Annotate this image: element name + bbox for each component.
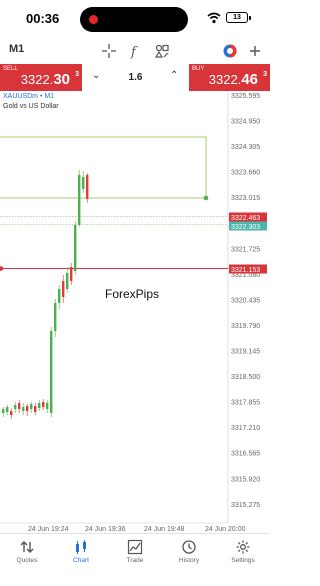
order-handle bbox=[203, 195, 209, 201]
candle-body bbox=[22, 407, 25, 411]
candle-body bbox=[74, 225, 77, 271]
y-tick-label: 3319.790 bbox=[231, 323, 260, 330]
tab-settings[interactable]: Settings bbox=[216, 539, 270, 564]
y-tick-label: 3323.660 bbox=[231, 170, 260, 177]
y-tick-label: 3323.015 bbox=[231, 195, 260, 202]
bottom-tab-bar: Quotes Chart Trade History Settings bbox=[0, 533, 270, 586]
y-tick-label: 3324.950 bbox=[231, 119, 260, 126]
candle-body bbox=[70, 267, 73, 281]
recording-indicator-icon bbox=[89, 15, 98, 24]
sell-price-sup: 3 bbox=[75, 71, 79, 78]
candle-body bbox=[58, 289, 61, 303]
y-tick-label: 3315.920 bbox=[231, 476, 260, 483]
y-tick-label: 3320.435 bbox=[231, 297, 260, 304]
x-tick-label: 24 Jun 20:00 bbox=[205, 526, 246, 533]
chart-icon bbox=[76, 540, 86, 554]
settings-icon bbox=[236, 540, 250, 554]
y-tick-label: 3316.565 bbox=[231, 451, 260, 458]
candle-body bbox=[34, 406, 37, 412]
indicators-icon[interactable]: f bbox=[127, 43, 143, 59]
tab-label: Trade bbox=[126, 557, 144, 564]
candle-body bbox=[78, 175, 81, 225]
candle-body bbox=[2, 409, 5, 413]
tab-label: Quotes bbox=[16, 557, 38, 564]
order-range-box bbox=[0, 136, 207, 199]
candle-body bbox=[14, 405, 17, 409]
tab-trade[interactable]: Trade bbox=[108, 539, 162, 564]
candle-body bbox=[38, 403, 41, 408]
y-tick-label: 3319.145 bbox=[231, 349, 260, 356]
crosshair-icon[interactable] bbox=[101, 43, 117, 59]
candle-body bbox=[66, 273, 69, 289]
buy-price-sup: 3 bbox=[263, 71, 267, 78]
candle-body bbox=[46, 403, 49, 409]
symbol-name: XAUUSDm • M1 bbox=[3, 93, 55, 100]
timeframe-selector[interactable]: M1 bbox=[9, 43, 24, 55]
candle-body bbox=[86, 175, 89, 199]
price-chart[interactable]: 3325.595 3324.950 3324.305 3323.660 3323.015… bbox=[0, 91, 270, 533]
level-tag-label: 3321.153 bbox=[231, 267, 260, 274]
buy-price: 3322.46 bbox=[208, 71, 258, 88]
wifi-icon bbox=[207, 12, 221, 24]
ask-tag-label: 3322.303 bbox=[231, 224, 260, 231]
y-tick-label: 3317.855 bbox=[231, 400, 260, 407]
symbol-description: Gold vs US Dollar bbox=[3, 103, 59, 110]
x-tick-label: 24 Jun 19:24 bbox=[28, 526, 69, 533]
x-axis: 24 Jun 19:24 24 Jun 19:36 24 Jun 19:48 24 J… bbox=[28, 526, 246, 533]
candle-body bbox=[82, 177, 85, 189]
lot-increase-chevron-icon[interactable]: ⌃ bbox=[170, 70, 178, 81]
trade-icon bbox=[127, 539, 143, 555]
one-click-trading-icon[interactable] bbox=[222, 43, 238, 59]
candle-body bbox=[18, 403, 21, 409]
bid-tag-label: 3322.463 bbox=[231, 215, 260, 222]
y-tick-label: 3317.210 bbox=[231, 425, 260, 432]
buy-label: BUY bbox=[192, 66, 205, 72]
y-tick-label: 3318.500 bbox=[231, 374, 260, 381]
quotes-icon bbox=[20, 541, 34, 553]
tab-label: Chart bbox=[73, 557, 89, 564]
candle-body bbox=[30, 404, 33, 409]
x-tick-label: 24 Jun 19:48 bbox=[144, 526, 185, 533]
candle-body bbox=[62, 281, 65, 297]
tab-quotes[interactable]: Quotes bbox=[0, 539, 54, 564]
history-icon bbox=[182, 540, 196, 554]
battery-icon: 13 bbox=[226, 12, 251, 23]
sell-price: 3322.30 bbox=[20, 71, 70, 88]
candle-body bbox=[54, 303, 57, 331]
candle-body bbox=[10, 411, 13, 415]
candle-body bbox=[50, 331, 53, 413]
tab-chart[interactable]: Chart bbox=[54, 539, 108, 564]
y-tick-label: 3315.275 bbox=[231, 502, 260, 509]
x-tick-label: 24 Jun 19:36 bbox=[85, 526, 126, 533]
chart-toolbar: M1 f bbox=[0, 38, 270, 64]
sell-label: SELL bbox=[3, 66, 18, 72]
dynamic-island bbox=[80, 7, 188, 32]
tab-label: History bbox=[178, 557, 200, 564]
watermark-text: ForexPips bbox=[105, 287, 159, 301]
y-tick-label: 3321.725 bbox=[231, 246, 260, 253]
objects-icon[interactable] bbox=[154, 43, 170, 59]
candle-body bbox=[42, 402, 45, 407]
lot-control: ⌄ 1.6 ⌃ bbox=[82, 64, 189, 91]
tab-history[interactable]: History bbox=[162, 539, 216, 564]
sell-button[interactable]: SELL 3322.30 3 bbox=[0, 64, 82, 91]
trade-panel: SELL 3322.30 3 ⌄ 1.6 ⌃ BUY 3322.46 3 bbox=[0, 64, 270, 91]
level-handle bbox=[0, 266, 4, 271]
candles bbox=[2, 170, 89, 419]
buy-button[interactable]: BUY 3322.46 3 bbox=[189, 64, 270, 91]
y-axis: 3325.595 3324.950 3324.305 3323.660 3323.015… bbox=[231, 93, 260, 509]
status-time: 00:36 bbox=[26, 11, 60, 26]
add-icon[interactable] bbox=[247, 43, 263, 59]
status-bar: 00:36 13 bbox=[0, 0, 270, 38]
candle-body bbox=[6, 407, 9, 412]
y-tick-label: 3324.305 bbox=[231, 144, 260, 151]
candle-body bbox=[26, 406, 29, 411]
y-tick-label: 3325.595 bbox=[231, 93, 260, 100]
svg-text:f: f bbox=[130, 45, 138, 59]
tab-label: Settings bbox=[231, 557, 255, 564]
